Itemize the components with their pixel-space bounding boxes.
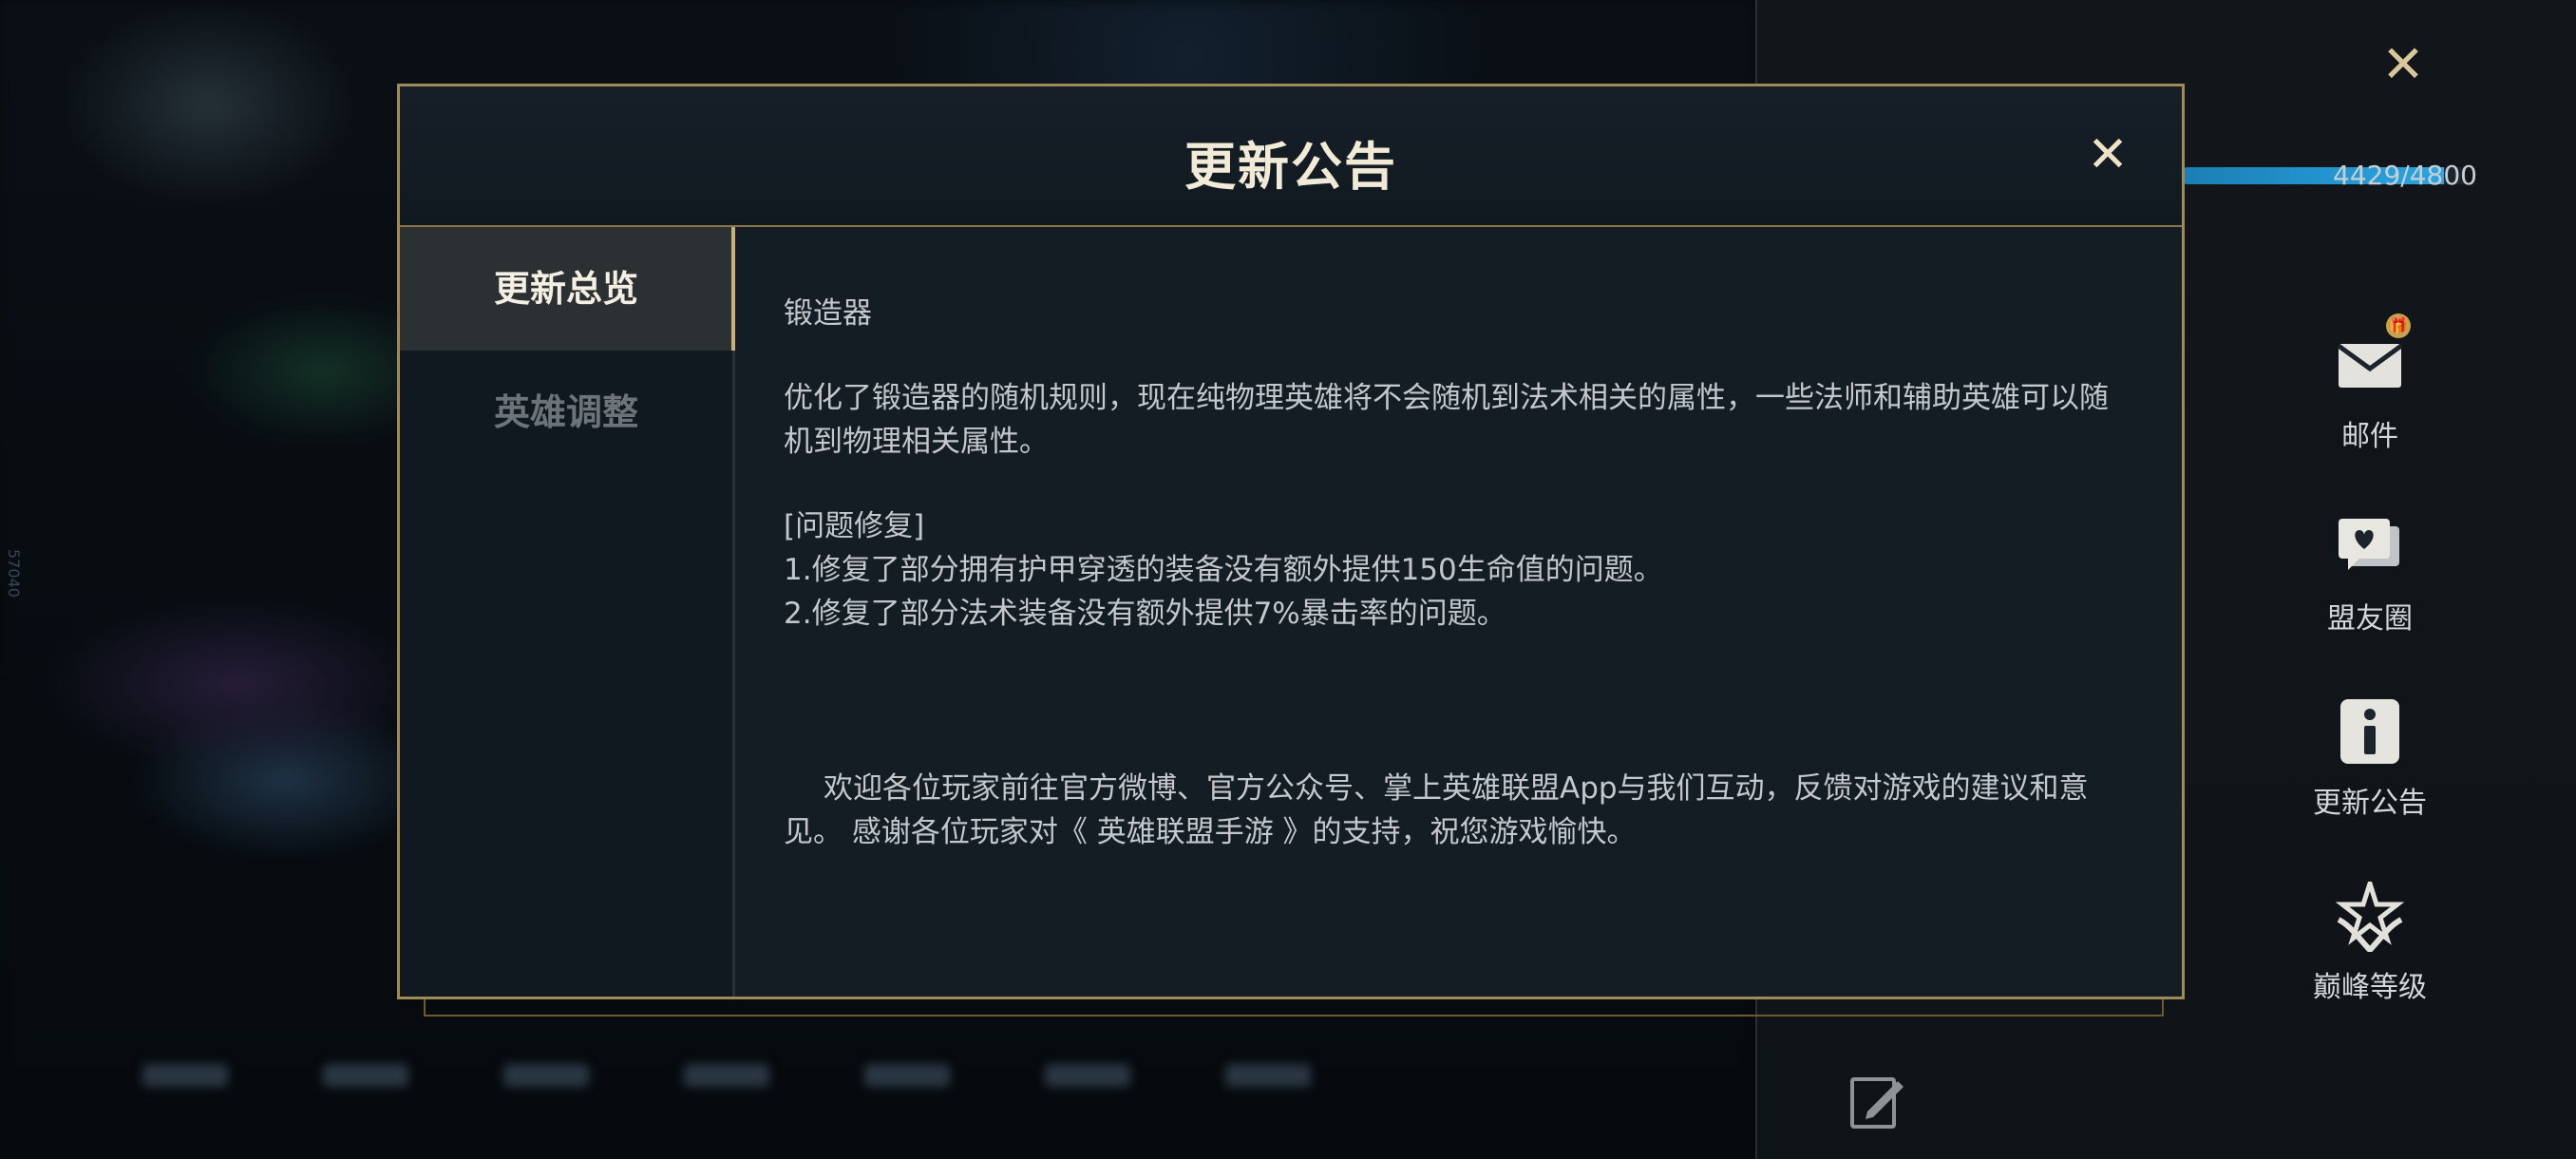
friends-circle-icon: [2335, 513, 2405, 583]
edit-icon[interactable]: [1850, 1074, 1907, 1130]
modal-header: 更新公告 ✕: [400, 86, 2182, 227]
peak-rank-label: 巅峰等级: [2313, 971, 2427, 1004]
info-icon: [2335, 697, 2405, 768]
update-notice-button[interactable]: 更新公告: [2261, 697, 2479, 821]
progress-text: 4429/4800: [2333, 160, 2477, 191]
fix-section-title: [问题修复]: [784, 509, 925, 543]
tab-update-overview[interactable]: 更新总览: [400, 227, 735, 351]
friends-circle-label: 盟友圈: [2327, 602, 2413, 636]
modal-title: 更新公告: [1184, 137, 1397, 197]
modal-close-icon[interactable]: ✕: [2081, 128, 2134, 181]
modal-tab-list: 更新总览 英雄调整: [400, 227, 735, 997]
friends-circle-button[interactable]: 盟友圈: [2261, 513, 2479, 636]
update-notice-modal: 更新公告 ✕ 更新总览 英雄调整 锻造器 优化了锻造器的随机规则，现在纯物理英雄…: [397, 84, 2185, 999]
mail-label: 邮件: [2341, 420, 2398, 453]
background-bottom-nav: [142, 1064, 1377, 1121]
notice-content: 锻造器 优化了锻造器的随机规则，现在纯物理英雄将不会随机到法术相关的属性，一些法…: [784, 292, 2132, 854]
content-paragraph: 优化了锻造器的随机规则，现在纯物理英雄将不会随机到法术相关的属性，一些法师和辅助…: [784, 381, 2109, 459]
content-heading: 锻造器: [784, 296, 872, 331]
side-version-text: 57040: [5, 549, 23, 598]
tab-hero-adjustments[interactable]: 英雄调整: [400, 351, 732, 474]
mail-icon: 🎁: [2335, 314, 2411, 401]
peak-rank-button[interactable]: 巅峰等级: [2261, 875, 2479, 1005]
fix-item-1: 1.修复了部分拥有护甲穿透的装备没有额外提供150生命值的问题。: [784, 553, 1663, 587]
mail-button[interactable]: 🎁 邮件: [2261, 314, 2479, 454]
fix-item-2: 2.修复了部分法术装备没有额外提供7%暴击率的问题。: [784, 597, 1506, 631]
gift-badge-icon: 🎁: [2386, 314, 2411, 338]
update-notice-label: 更新公告: [2313, 787, 2427, 820]
panel-close-icon[interactable]: ✕: [2373, 34, 2434, 95]
peak-rank-icon: [2335, 875, 2405, 955]
closing-paragraph: 欢迎各位玩家前往官方微博、官方公众号、掌上英雄联盟App与我们互动，反馈对游戏的…: [784, 771, 2089, 849]
